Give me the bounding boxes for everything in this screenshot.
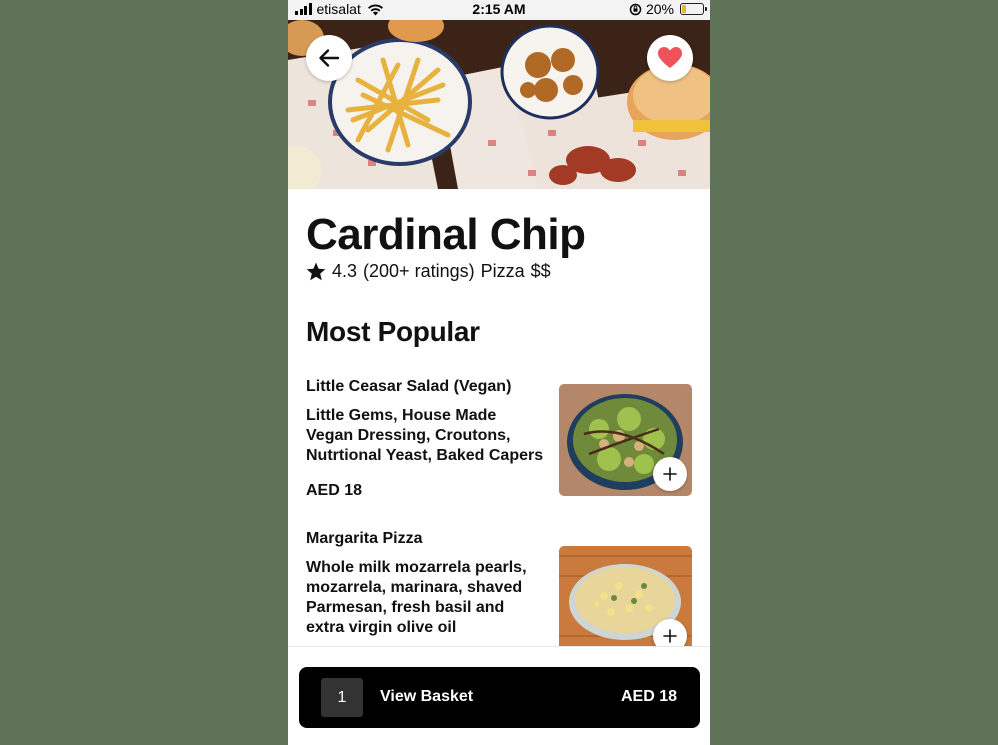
item-image xyxy=(559,546,692,658)
basket-label: View Basket xyxy=(380,688,474,705)
arrow-left-icon xyxy=(319,49,340,67)
favorite-button[interactable] xyxy=(647,35,693,81)
food-photo xyxy=(288,20,710,189)
app-screen: etisalat 2:15 AM 20% Cardinal Chip 4.3 (… xyxy=(288,0,710,745)
menu-item[interactable]: Margarita Pizza Whole milk mozarrela pea… xyxy=(288,530,710,658)
heart-icon xyxy=(658,47,682,68)
restaurant-category: Pizza xyxy=(480,261,525,281)
item-image xyxy=(559,384,692,496)
battery-fill xyxy=(682,5,686,13)
basket-total: AED 18 xyxy=(620,688,677,705)
plus-icon xyxy=(663,629,677,643)
star-icon xyxy=(306,262,326,281)
ratings-count: (200+ ratings) xyxy=(363,261,475,281)
item-name: Margarita Pizza xyxy=(306,530,423,547)
rating-value: 4.3 xyxy=(332,261,358,281)
item-price: AED 18 xyxy=(306,482,363,499)
item-description: Whole milk mozarrela pearls, mozarrela, … xyxy=(306,559,527,636)
restaurant-name: Cardinal Chip xyxy=(306,210,586,259)
status-bar: etisalat 2:15 AM 20% xyxy=(288,0,710,20)
rating-row: 4.3 (200+ ratings) Pizza $$ xyxy=(306,261,551,282)
view-basket-button[interactable]: 1 View Basket AED 18 xyxy=(299,667,700,728)
battery-icon xyxy=(680,3,707,15)
section-title: Most Popular xyxy=(306,316,480,347)
basket-count: 1 xyxy=(321,678,363,717)
item-name: Little Ceasar Salad (Vegan) xyxy=(306,378,512,395)
hero-image xyxy=(288,20,710,189)
battery-percent: 20% xyxy=(645,1,674,17)
price-level: $$ xyxy=(530,261,551,281)
menu-item[interactable]: Little Ceasar Salad (Vegan) Little Gems,… xyxy=(288,378,710,518)
add-item-button[interactable] xyxy=(653,457,687,491)
back-button[interactable] xyxy=(306,35,352,81)
item-description: Little Gems, House Made Vegan Dressing, … xyxy=(306,407,544,464)
status-right: 20% xyxy=(629,1,707,17)
rotation-lock-icon xyxy=(629,3,642,15)
plus-icon xyxy=(663,467,677,481)
